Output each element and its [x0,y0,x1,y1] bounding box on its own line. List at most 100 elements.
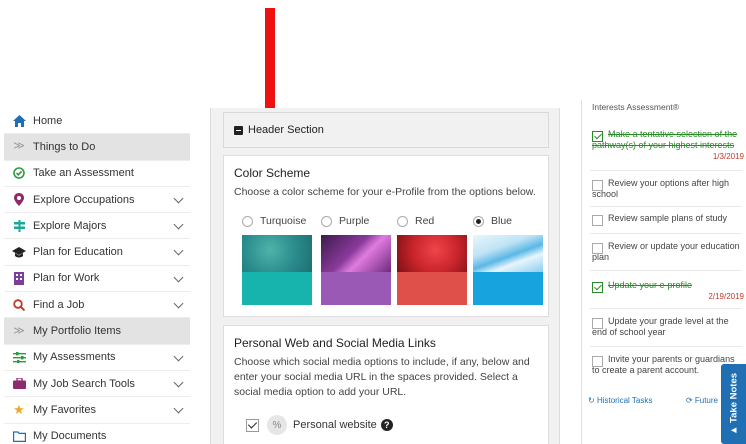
task-item[interactable]: Update your grade level at the end of sc… [592,316,744,338]
task-item[interactable]: Update your e-profile 2/19/2019 [592,280,744,301]
sidebar-item-explore-occupations[interactable]: Explore Occupations [4,186,190,214]
task-item[interactable]: Review or update your education plan [592,241,744,263]
scheme-swatch-turquoise[interactable] [242,235,312,305]
page: Home ≫ Things to Do Take an Assessment E… [0,0,746,444]
sidebar-item-label: My Favorites [33,403,96,416]
sidebar-item-find-a-job[interactable]: Find a Job [4,292,190,319]
scheme-radio-turquoise[interactable] [242,215,253,227]
sidebar-item-label: Explore Majors [33,219,107,232]
task-checkbox[interactable] [592,318,603,329]
task-date: 1/3/2019 [712,152,744,161]
folder-icon [12,429,26,443]
help-icon[interactable]: ? [380,419,393,431]
chevron-down-icon[interactable] [173,351,184,362]
task-checkbox[interactable] [592,180,603,191]
task-text: Review sample plans of study [608,213,728,223]
task-text: Make a tentative selection of the pathwa… [592,129,738,150]
chevron-down-icon[interactable] [173,403,184,414]
social-links-title: Personal Web and Social Media Links [234,336,436,350]
historical-tasks-link[interactable]: ↻ Historical Tasks [588,396,652,405]
scheme-swatch-blue[interactable] [473,235,543,305]
chevron-down-icon[interactable] [173,298,184,309]
take-notes-label: Take Notes [728,372,739,423]
sidebar-item-my-assessments[interactable]: My Assessments [4,344,190,371]
map-pin-icon [12,193,26,207]
sidebar-item-label: Plan for Work [33,272,100,285]
color-scheme-description: Choose a color scheme for your e-Profile… [234,186,536,198]
chevron-down-icon[interactable] [173,193,184,204]
social-links-description: Choose which social media options to inc… [234,356,530,398]
chevron-down-icon[interactable] [173,272,184,283]
sidebar-item-my-favorites[interactable]: ★ My Favorites [4,397,190,424]
star-icon: ★ [13,402,25,418]
scheme-radio-red[interactable] [397,215,408,227]
task-checkbox[interactable] [592,282,603,293]
sidebar-item-my-job-search-tools[interactable]: My Job Search Tools [4,370,190,398]
task-checkbox[interactable] [592,243,603,254]
graduation-cap-icon [12,245,26,259]
scheme-name: Turquoise [260,215,307,227]
sidebar-item-plan-for-work[interactable]: Plan for Work [4,265,190,293]
main-panel: Header Section Color Scheme Choose a col… [210,108,560,444]
task-item[interactable]: Review sample plans of study [592,213,744,226]
task-text: Update your e-profile [608,280,693,290]
sidebar-item-take-an-assessment[interactable]: Take an Assessment [4,160,190,187]
double-chevron-icon: ≫ [13,140,25,153]
sidebar-item-my-portfolio-items[interactable]: ≫ My Portfolio Items [4,318,190,345]
sidebar-item-label: My Portfolio Items [33,325,122,338]
sidebar-item-label: Take an Assessment [33,167,134,180]
scheme-option-red[interactable]: Red [397,214,469,310]
scheme-name: Blue [491,215,513,227]
sidebar-item-label: Explore Occupations [33,193,135,206]
building-icon [12,271,26,285]
sidebar-item-plan-for-education[interactable]: Plan for Education [4,239,190,266]
task-date: 2/19/2019 [708,292,744,301]
sidebar-item-things-to-do[interactable]: ≫ Things to Do [4,134,190,161]
scheme-option-blue[interactable]: Blue [473,214,545,310]
task-checkbox[interactable] [592,215,603,226]
color-scheme-title: Color Scheme [234,166,311,180]
future-tasks-link[interactable]: ⟳ Future [686,396,718,405]
sliders-icon [12,350,26,364]
sidebar-item-label: My Assessments [33,351,116,364]
sidebar-item-explore-majors[interactable]: Explore Majors [4,213,190,240]
collapse-icon[interactable] [234,125,243,135]
briefcase-icon [12,377,26,391]
link-icon[interactable]: % [267,415,287,435]
task-text: Update your grade level at the end of sc… [592,316,729,337]
scheme-swatch-purple[interactable] [321,235,391,305]
task-item[interactable]: Review your options after high school [592,178,744,200]
scheme-swatch-red[interactable] [397,235,467,305]
sidebar-item-home[interactable]: Home [4,108,190,135]
personal-website-checkbox[interactable] [246,418,259,432]
color-scheme-card: Color Scheme Choose a color scheme for y… [223,155,549,317]
personal-website-label: Personal website [293,419,377,431]
header-section-label: Header Section [248,124,324,136]
signpost-icon [12,219,26,233]
color-scheme-options: Turquoise Purple Red Blue [242,214,545,310]
header-section-toggle[interactable]: Header Section [223,112,549,148]
task-checkbox[interactable] [592,356,603,367]
chevron-down-icon[interactable] [173,219,184,230]
scheme-radio-blue[interactable] [473,215,484,227]
scheme-option-purple[interactable]: Purple [321,214,393,310]
task-checkbox[interactable] [592,131,603,142]
scheme-option-turquoise[interactable]: Turquoise [242,214,314,310]
take-notes-button[interactable]: ▲ Take Notes [721,364,746,444]
sidebar-nav: Home ≫ Things to Do Take an Assessment E… [4,108,190,444]
chevron-down-icon[interactable] [173,377,184,388]
sidebar-item-label: My Documents [33,430,107,443]
task-text: Review your options after high school [592,178,730,199]
home-icon [12,114,26,128]
sidebar-item-label: Things to Do [33,140,96,153]
scheme-radio-purple[interactable] [321,215,332,227]
scheme-name: Red [415,215,435,227]
task-top-note: Interests Assessment® [592,102,680,112]
chevron-down-icon[interactable] [173,246,184,256]
scheme-name: Purple [339,215,370,227]
personal-website-row: % Personal website ? [246,415,393,435]
sidebar-item-label: Plan for Education [33,246,123,259]
sidebar-item-my-documents[interactable]: My Documents [4,423,190,444]
task-item[interactable]: Make a tentative selection of the pathwa… [592,129,744,161]
task-text: Review or update your education plan [592,241,740,262]
